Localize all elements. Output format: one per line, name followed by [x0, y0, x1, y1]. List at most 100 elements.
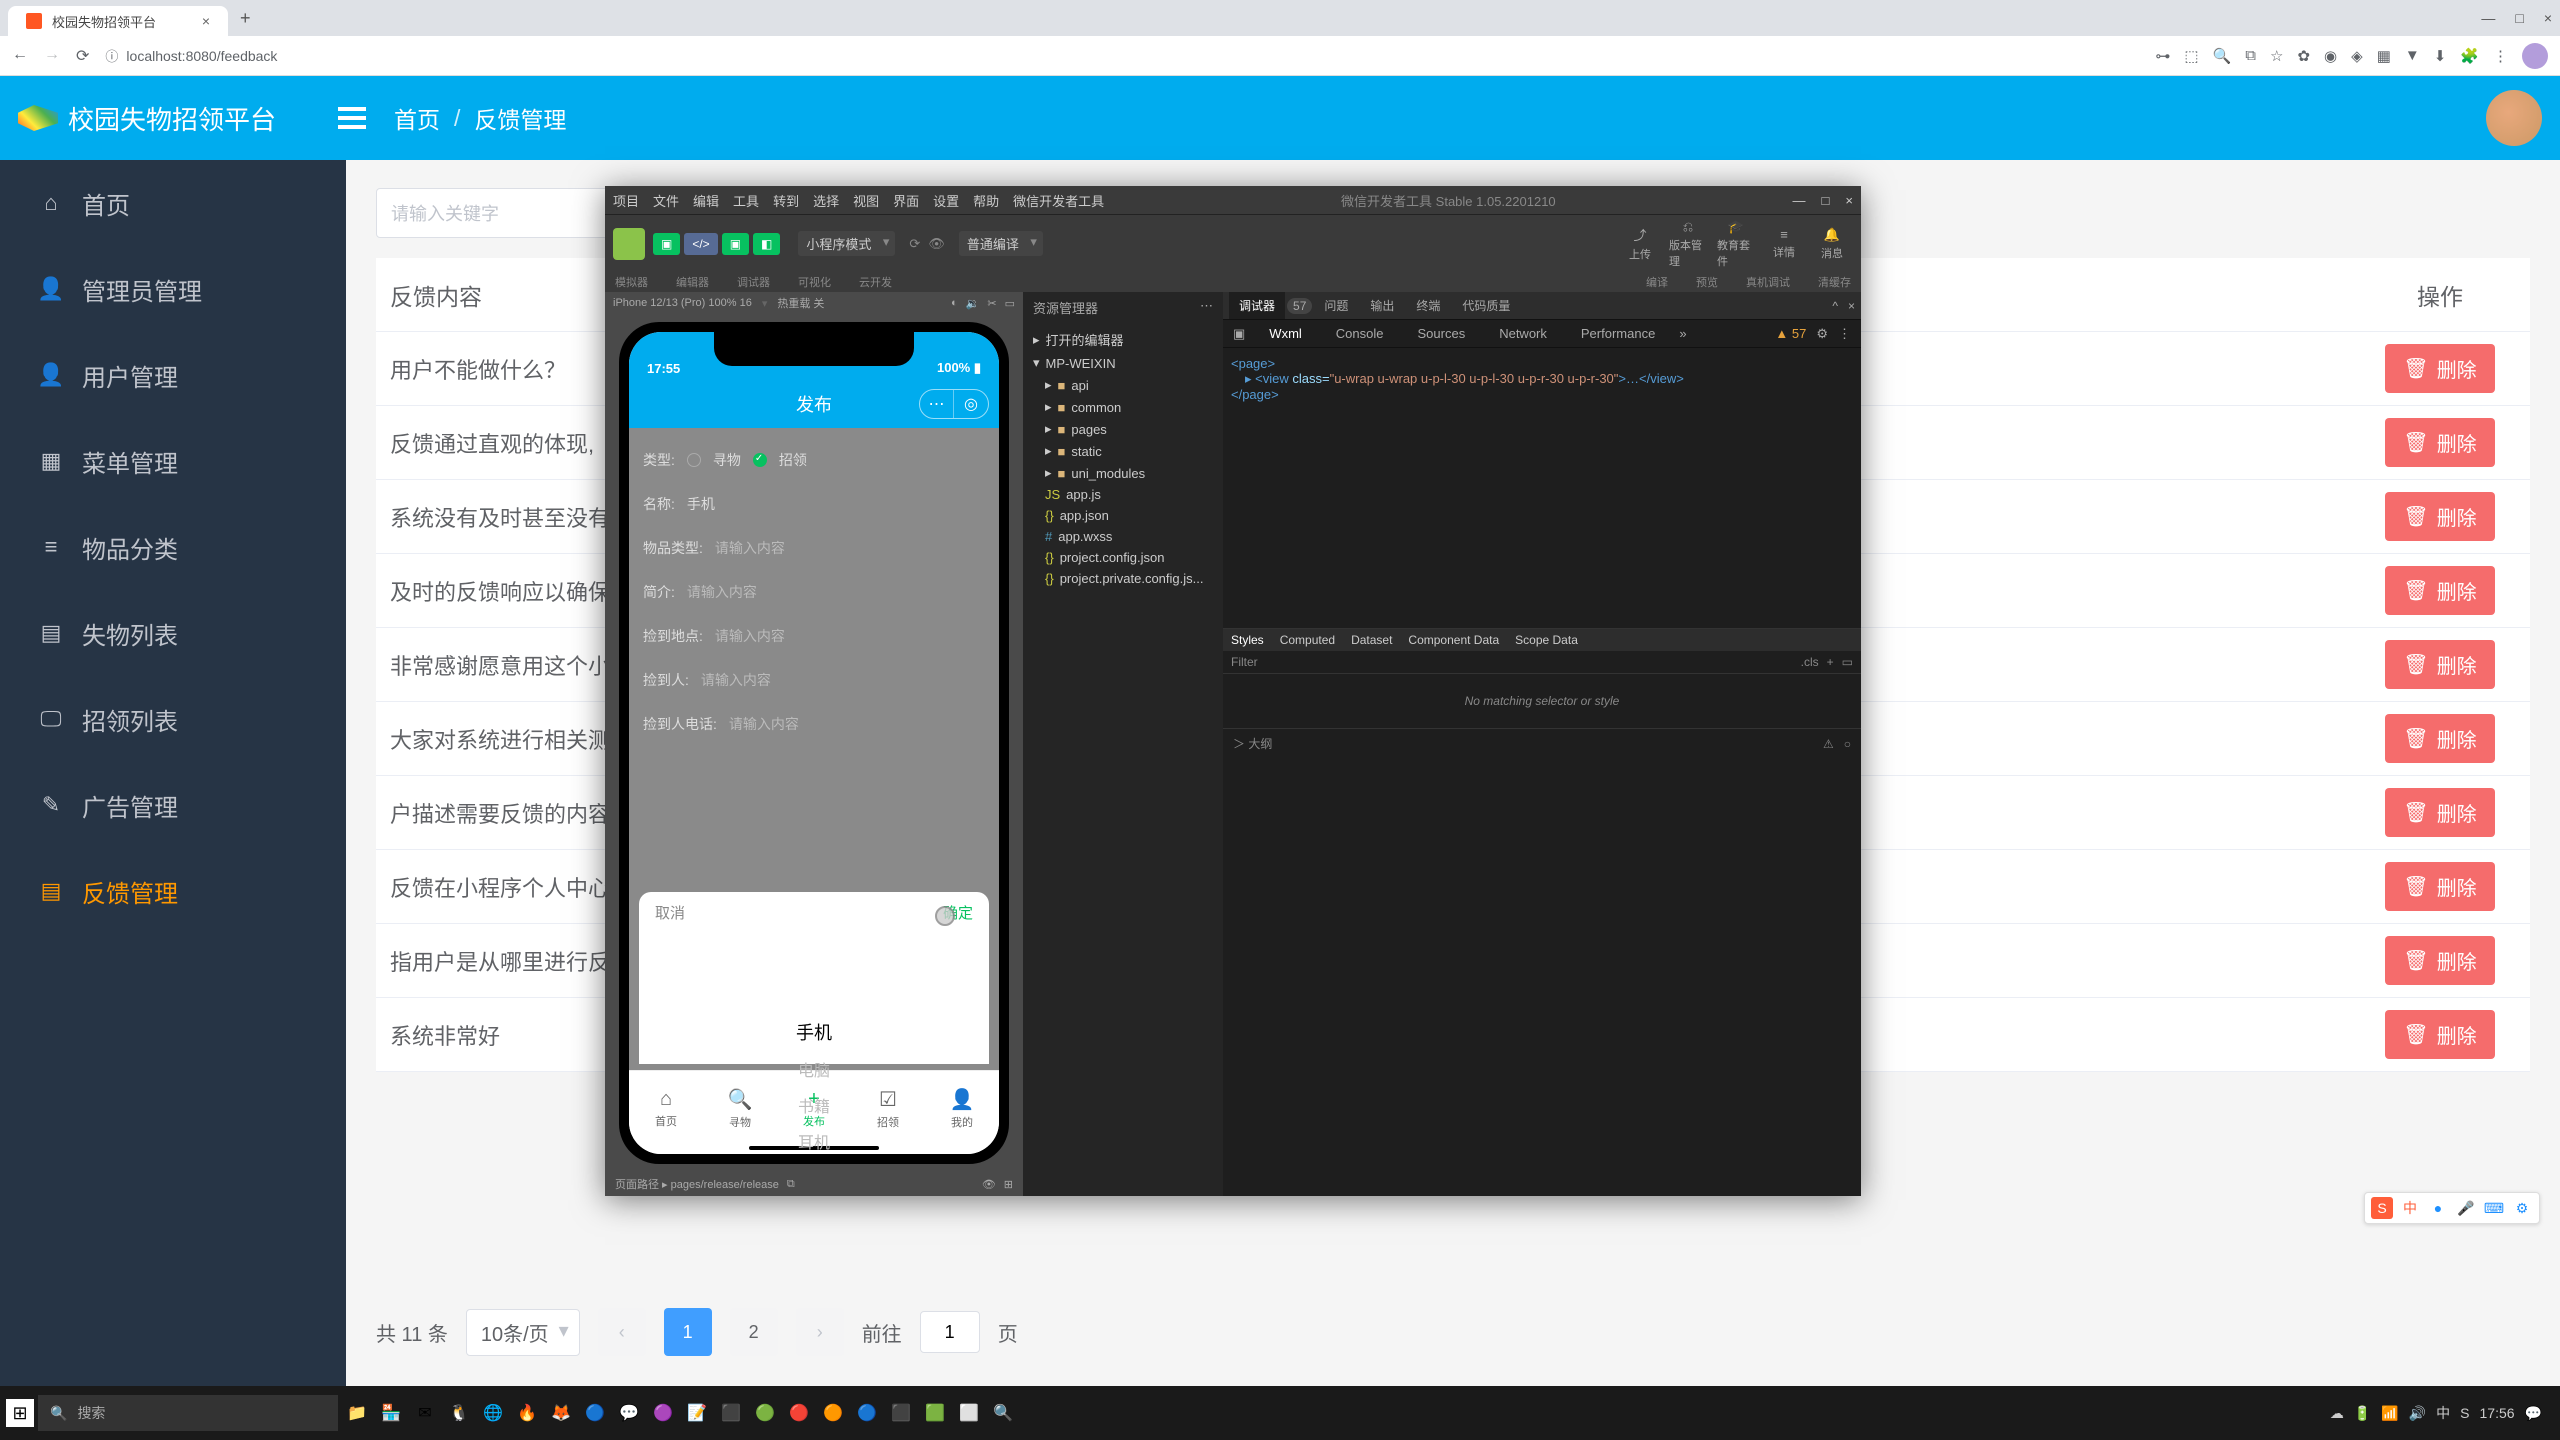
- sidebar-item-menu[interactable]: ▦菜单管理: [0, 418, 346, 504]
- picker-wheel[interactable]: 手机 电脑 书籍 耳机: [639, 933, 989, 1154]
- page-size-select[interactable]: 10条/页: [466, 1309, 580, 1356]
- mode-button[interactable]: </>: [684, 233, 717, 255]
- task-icon[interactable]: ⬛: [716, 1395, 746, 1431]
- sidebar-item-category[interactable]: ≡物品分类: [0, 504, 346, 590]
- back-icon[interactable]: ←: [12, 46, 28, 66]
- eye-icon[interactable]: 👁: [928, 236, 945, 252]
- dom-node[interactable]: <page>: [1231, 356, 1275, 371]
- outer-tab-output[interactable]: 输出: [1360, 292, 1404, 319]
- sidebar-item-home[interactable]: ⌂首页: [0, 160, 346, 246]
- file-appwxss[interactable]: # app.wxss: [1023, 526, 1223, 547]
- delete-button[interactable]: 🗑删除: [2385, 788, 2494, 837]
- radio-found[interactable]: [753, 453, 767, 467]
- outer-tab-terminal[interactable]: 终端: [1406, 292, 1450, 319]
- loc-input[interactable]: 请输入内容: [715, 626, 785, 646]
- ext-icon[interactable]: ◉: [2324, 47, 2337, 65]
- outer-tab-debugger[interactable]: 调试器: [1229, 292, 1285, 319]
- page-path[interactable]: 页面路径 ▸ pages/release/release: [615, 1176, 779, 1192]
- page-2-button[interactable]: 2: [730, 1308, 778, 1356]
- task-icon[interactable]: 🔥: [512, 1395, 542, 1431]
- task-icon[interactable]: ⬜: [954, 1395, 984, 1431]
- task-icon[interactable]: ⬛: [886, 1395, 916, 1431]
- edu-button[interactable]: 🎓教育套件: [1717, 226, 1755, 262]
- devtools-menu-item[interactable]: 项目: [613, 191, 639, 210]
- devtools-menu-item[interactable]: 界面: [893, 191, 919, 210]
- version-button[interactable]: ⎌版本管理: [1669, 226, 1707, 262]
- ime-keyboard-icon[interactable]: ⌨: [2483, 1197, 2505, 1219]
- devtools-menu-item[interactable]: 转到: [773, 191, 799, 210]
- ime-icon[interactable]: ●: [2427, 1197, 2449, 1219]
- explorer-more-icon[interactable]: ⋯: [1200, 298, 1213, 317]
- devtools-menu-item[interactable]: 选择: [813, 191, 839, 210]
- close-window-icon[interactable]: ×: [2544, 10, 2552, 26]
- forward-icon[interactable]: →: [44, 46, 60, 66]
- new-tab-button[interactable]: +: [240, 8, 251, 29]
- cls-toggle[interactable]: .cls: [1801, 655, 1819, 669]
- ext-icon[interactable]: 🔍: [2213, 47, 2232, 65]
- devtools-menu-item[interactable]: 编辑: [693, 191, 719, 210]
- picker-overlay[interactable]: 取消 确定 手机 电脑 书籍 耳机: [639, 892, 989, 1064]
- delete-button[interactable]: 🗑删除: [2385, 1010, 2494, 1059]
- file-projconfig[interactable]: {} project.config.json: [1023, 547, 1223, 568]
- task-icon[interactable]: 🌐: [478, 1395, 508, 1431]
- crumb-home[interactable]: 首页: [394, 101, 440, 135]
- sim-icon[interactable]: ◐: [951, 297, 958, 310]
- mode-select[interactable]: 小程序模式: [798, 231, 895, 256]
- ext-icon[interactable]: ⊶: [2155, 47, 2170, 65]
- url-field[interactable]: ⓘ localhost:8080/feedback: [105, 46, 605, 65]
- devtools-menu-item[interactable]: 工具: [733, 191, 759, 210]
- warnings-badge[interactable]: ▲ 57: [1775, 326, 1806, 342]
- capsule-button[interactable]: ⋯◎: [919, 389, 989, 419]
- warn-icon[interactable]: ⚠: [1823, 737, 1834, 751]
- ext-icon[interactable]: ▦: [2377, 47, 2391, 65]
- ime-settings-icon[interactable]: ⚙: [2511, 1197, 2533, 1219]
- ime-lang-icon[interactable]: 中: [2399, 1197, 2421, 1219]
- file-appjson[interactable]: {} app.json: [1023, 505, 1223, 526]
- ime-mic-icon[interactable]: 🎤: [2455, 1197, 2477, 1219]
- name-value[interactable]: 手机: [687, 494, 715, 514]
- phone-input[interactable]: 请输入内容: [729, 714, 799, 734]
- file-appjs[interactable]: JS app.js: [1023, 484, 1223, 505]
- hamburger-icon[interactable]: [338, 107, 366, 129]
- dom-node[interactable]: ▸ <view: [1245, 371, 1292, 386]
- person-input[interactable]: 请输入内容: [701, 670, 771, 690]
- folder-static[interactable]: ▸ ■ static: [1023, 440, 1223, 462]
- more-tabs-icon[interactable]: »: [1679, 326, 1686, 341]
- site-info-icon[interactable]: ⓘ: [105, 46, 118, 65]
- folder-unimodules[interactable]: ▸ ■ uni_modules: [1023, 462, 1223, 484]
- task-icon[interactable]: 🟢: [750, 1395, 780, 1431]
- devtools-titlebar[interactable]: 项目文件编辑工具转到选择视图界面设置帮助微信开发者工具 微信开发者工具 Stab…: [605, 186, 1861, 214]
- plus-icon[interactable]: +: [1827, 655, 1834, 669]
- sim-icon[interactable]: ▭: [1005, 297, 1015, 310]
- devtools-menu-item[interactable]: 文件: [653, 191, 679, 210]
- picker-option[interactable]: 电脑: [639, 1051, 989, 1087]
- reload-icon[interactable]: ⟳: [76, 46, 89, 66]
- task-icon[interactable]: 🦊: [546, 1395, 576, 1431]
- delete-button[interactable]: 🗑删除: [2385, 714, 2494, 763]
- ext-icon[interactable]: ⬚: [2184, 47, 2198, 65]
- browser-tab[interactable]: 校园失物招领平台 ×: [8, 6, 228, 36]
- tab-wxml[interactable]: Wxml: [1259, 321, 1312, 346]
- style-tab-dataset[interactable]: Dataset: [1351, 633, 1392, 647]
- dom-tree[interactable]: <page> ▸ <view class="u-wrap u-wrap u-p-…: [1223, 348, 1861, 628]
- radio-lost[interactable]: [687, 453, 701, 467]
- maximize-icon[interactable]: □: [1822, 193, 1830, 208]
- delete-button[interactable]: 🗑删除: [2385, 566, 2494, 615]
- profile-avatar-icon[interactable]: [2522, 43, 2548, 69]
- sim-foot-icon[interactable]: 👁: [982, 1178, 996, 1191]
- close-icon[interactable]: ×: [1848, 299, 1855, 313]
- sidebar-item-found[interactable]: 🖵招领列表: [0, 676, 346, 762]
- tray-icon[interactable]: 📶: [2381, 1405, 2398, 1422]
- collapse-icon[interactable]: ^: [1832, 299, 1838, 313]
- tray-icon[interactable]: S: [2460, 1405, 2469, 1421]
- task-icon[interactable]: 🔵: [580, 1395, 610, 1431]
- tab-performance[interactable]: Performance: [1571, 321, 1665, 346]
- folder-pages[interactable]: ▸ ■ pages: [1023, 418, 1223, 440]
- tray-icon[interactable]: ☁: [2330, 1405, 2344, 1422]
- sidebar-item-users[interactable]: 👤用户管理: [0, 332, 346, 418]
- wptype-input[interactable]: 请输入内容: [715, 538, 785, 558]
- picker-option[interactable]: 耳机: [639, 1123, 989, 1154]
- task-icon[interactable]: 📝: [682, 1395, 712, 1431]
- tab-console[interactable]: Console: [1326, 321, 1394, 346]
- page-1-button[interactable]: 1: [664, 1308, 712, 1356]
